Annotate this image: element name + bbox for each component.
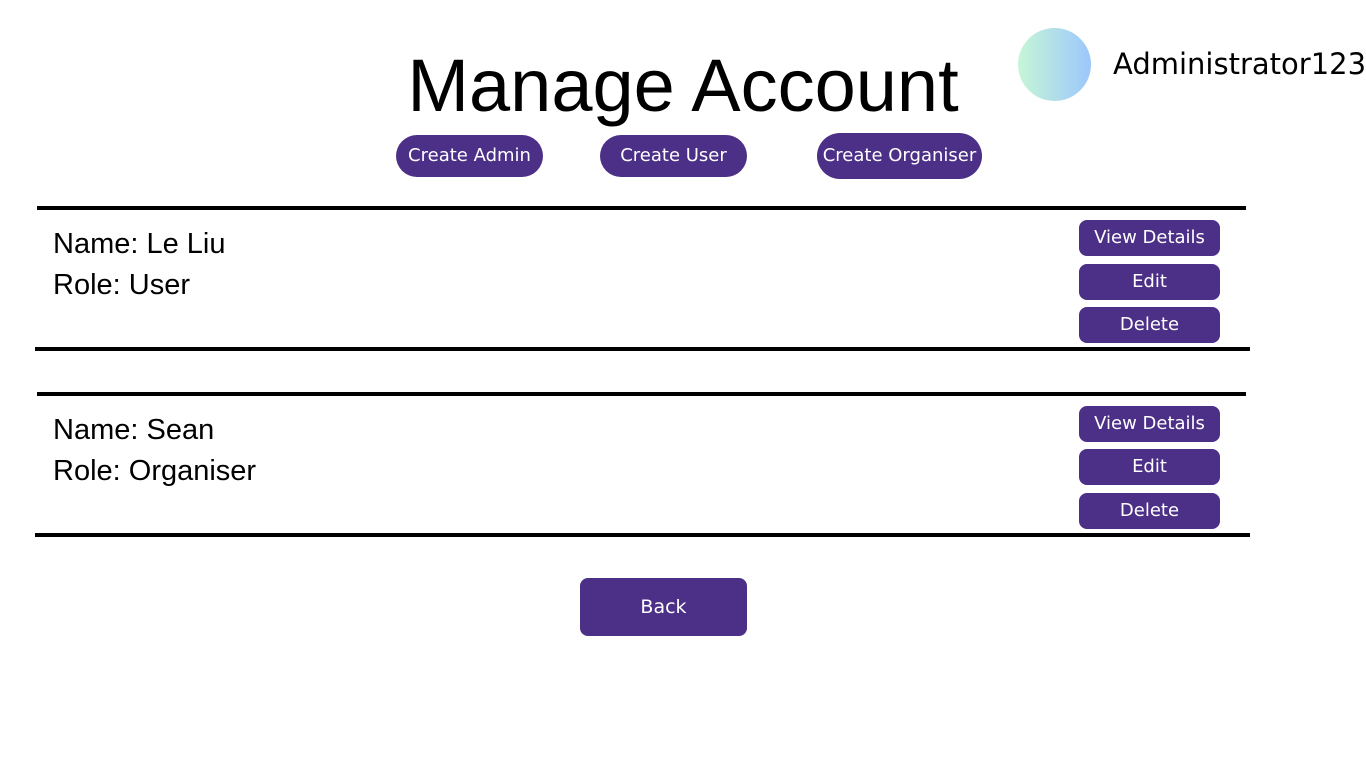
create-admin-button[interactable]: Create Admin [396,135,543,177]
edit-button[interactable]: Edit [1079,264,1220,300]
account-role: Role: User [53,269,190,301]
create-organiser-button[interactable]: Create Organiser [817,133,982,179]
username-label: Administrator123 [1113,47,1366,81]
back-button[interactable]: Back [580,578,747,636]
account-name: Name: Sean [53,414,215,446]
delete-button[interactable]: Delete [1079,307,1220,343]
account-name: Name: Le Liu [53,228,226,260]
card-bottom-divider [35,347,1250,351]
view-details-button[interactable]: View Details [1079,220,1220,256]
account-role: Role: Organiser [53,455,257,487]
delete-button[interactable]: Delete [1079,493,1220,529]
card-top-divider [37,392,1246,396]
edit-button[interactable]: Edit [1079,449,1220,485]
avatar[interactable] [1018,28,1091,101]
create-user-button[interactable]: Create User [600,135,747,177]
card-bottom-divider [35,533,1250,537]
card-top-divider [37,206,1246,210]
view-details-button[interactable]: View Details [1079,406,1220,442]
